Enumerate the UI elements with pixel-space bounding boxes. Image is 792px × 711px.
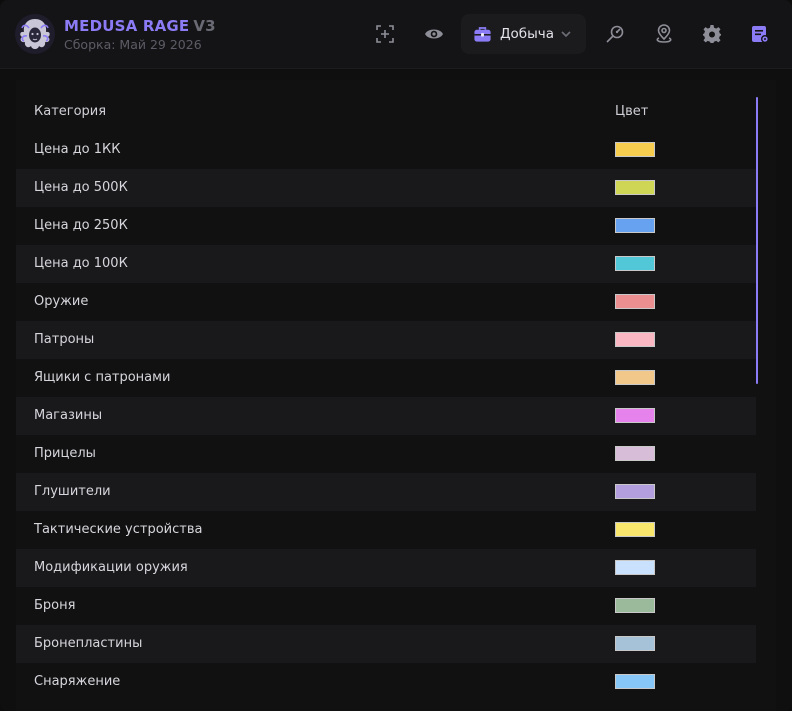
gear-icon (703, 25, 721, 43)
color-swatch[interactable] (615, 294, 655, 309)
table-row: Снаряжение (16, 663, 756, 701)
loot-dropdown[interactable]: Добыча (461, 14, 586, 54)
aim-button[interactable] (368, 17, 402, 51)
header-color: Цвет (615, 104, 649, 119)
app-name: MEDUSA RAGE (64, 17, 190, 35)
category-name: Цена до 250К (34, 218, 128, 233)
loot-dropdown-label: Добыча (500, 26, 555, 42)
radar-button[interactable] (598, 17, 632, 51)
eye-icon (425, 29, 443, 39)
color-swatch[interactable] (615, 636, 655, 651)
color-swatch[interactable] (615, 180, 655, 195)
visuals-button[interactable] (417, 17, 451, 51)
table-row: Бронепластины (16, 625, 756, 663)
color-swatch[interactable] (615, 332, 655, 347)
category-name: Оружие (34, 294, 89, 309)
table-header: Категория Цвет (16, 93, 756, 131)
build-date: Сборка: Май 29 2026 (64, 37, 202, 52)
color-swatch[interactable] (615, 560, 655, 575)
color-swatch[interactable] (615, 598, 655, 613)
table-body: Цена до 1КК Цена до 500К Цена до 250К Цена … (16, 131, 756, 701)
color-swatch[interactable] (615, 522, 655, 537)
color-swatch[interactable] (615, 484, 655, 499)
color-swatch[interactable] (615, 370, 655, 385)
category-name: Броня (34, 598, 76, 613)
color-swatch[interactable] (615, 446, 655, 461)
table-row: Модификации оружия (16, 549, 756, 587)
category-name: Цена до 1КК (34, 142, 121, 157)
map-button[interactable] (647, 17, 681, 51)
category-name: Цена до 100К (34, 256, 128, 271)
table-row: Прицелы (16, 435, 756, 473)
table-row: Глушители (16, 473, 756, 511)
category-name: Цена до 500К (34, 180, 128, 195)
category-name: Магазины (34, 408, 103, 423)
table-row: Цена до 500К (16, 169, 756, 207)
color-swatch[interactable] (615, 256, 655, 271)
app-version: V3 (193, 17, 216, 35)
category-name: Глушители (34, 484, 111, 499)
table-row: Цена до 250К (16, 207, 756, 245)
table-row: Цена до 100К (16, 245, 756, 283)
radar-search-icon (606, 25, 624, 43)
category-name: Прицелы (34, 446, 96, 461)
notes-settings-icon (752, 26, 769, 43)
briefcase-icon (474, 26, 491, 42)
table-row: Оружие (16, 283, 756, 321)
color-swatch[interactable] (615, 408, 655, 423)
color-swatch[interactable] (615, 674, 655, 689)
table-row: Ящики с патронами (16, 359, 756, 397)
app-window: MEDUSA RAGE V3 Сборка: Май 29 2026 Добыч… (0, 0, 792, 711)
app-title: MEDUSA RAGE V3 (64, 17, 216, 35)
medusa-logo-icon (15, 14, 55, 54)
color-swatch[interactable] (615, 218, 655, 233)
category-name: Снаряжение (34, 674, 121, 689)
scrollbar[interactable] (756, 97, 758, 384)
header-category: Категория (34, 104, 107, 119)
category-name: Бронепластины (34, 636, 143, 651)
header-bar: MEDUSA RAGE V3 Сборка: Май 29 2026 Добыч… (0, 0, 792, 69)
crosshair-icon (376, 25, 394, 43)
config-button[interactable] (743, 17, 777, 51)
table-row: Патроны (16, 321, 756, 359)
location-pin-icon (656, 24, 672, 43)
loot-colors-table: Категория Цвет Цена до 1КК Цена до 500К Це… (16, 80, 776, 711)
table-row: Тактические устройства (16, 511, 756, 549)
table-row: Цена до 1КК (16, 131, 756, 169)
category-name: Тактические устройства (34, 522, 203, 537)
chevron-down-icon (561, 31, 571, 38)
table-row: Броня (16, 587, 756, 625)
category-name: Патроны (34, 332, 95, 347)
category-name: Ящики с патронами (34, 370, 171, 385)
settings-button[interactable] (695, 17, 729, 51)
color-swatch[interactable] (615, 142, 655, 157)
category-name: Модификации оружия (34, 560, 188, 575)
table-row: Магазины (16, 397, 756, 435)
